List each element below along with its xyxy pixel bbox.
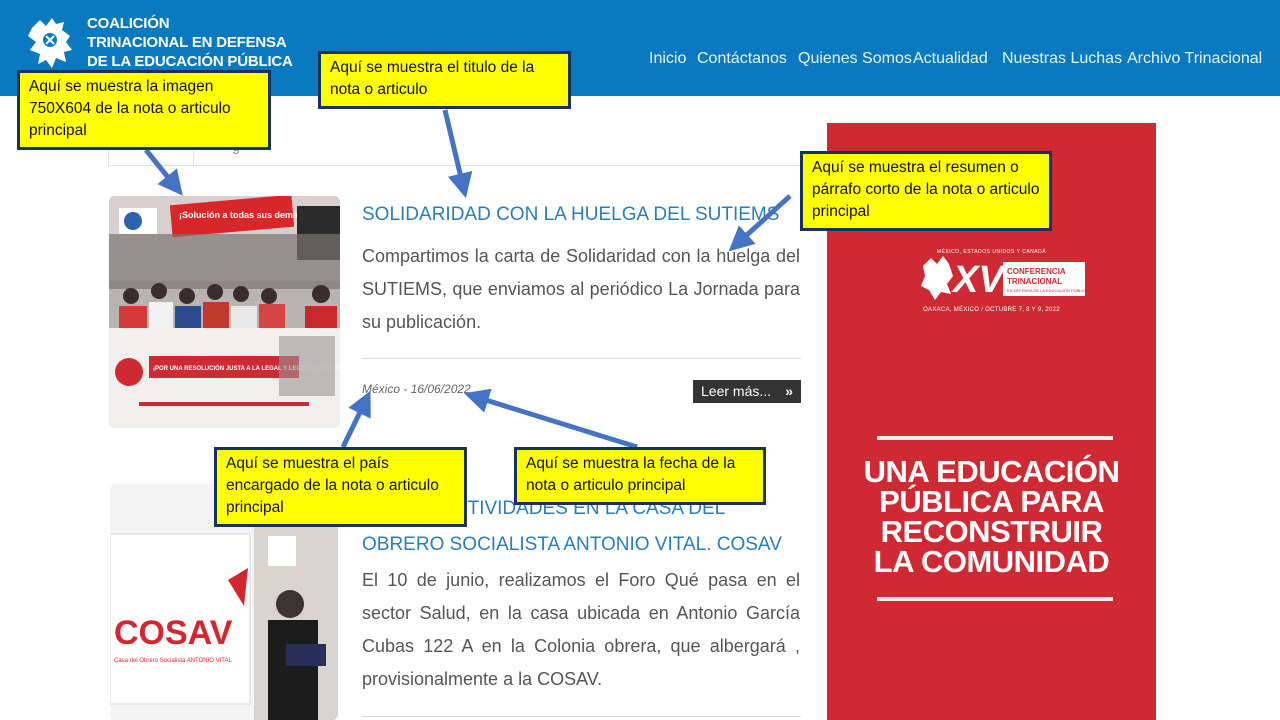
callout-date: Aquí se muestra la fecha de la nota o ar… [514, 447, 766, 505]
slogan-line-1: UNA EDUCACIÓN [863, 454, 1120, 489]
nav-item-archivo-trinacional[interactable]: Archivo Trinacional [1127, 50, 1262, 68]
svg-text:CONFERENCIA: CONFERENCIA [1007, 267, 1066, 276]
arrow-to-country [340, 390, 371, 449]
slogan-line-2: PÚBLICA PARA [879, 484, 1104, 519]
callout-country: Aquí se muestra el país encargado de la … [214, 447, 467, 527]
cosav-logo-text: COSAV [114, 614, 233, 652]
tab-strip-divider [108, 165, 800, 166]
svg-text:XV: XV [951, 259, 1006, 301]
article-1-photo: ¡Solución a todas sus demandas! ¡POR UNA… [109, 196, 340, 428]
svg-text:EN DEFENSA DE LA EDUCACIÓN PÚB: EN DEFENSA DE LA EDUCACIÓN PÚBLICA [1007, 288, 1087, 293]
arrow-to-date [464, 388, 638, 450]
poster-slogan: UNA EDUCACIÓN PÚBLICA PARA RECONSTRUIR L… [827, 454, 1156, 579]
annotated-page: COALICIÓN TRINACIONAL EN DEFENSA DE LA E… [0, 0, 1280, 720]
conference-badge-icon: XV CONFERENCIA TRINACIONAL EN DEFENSA DE… [921, 256, 1087, 301]
brand-line-3: DE LA EDUCACIÓN PÚBLICA [87, 53, 293, 70]
read-more-label: Leer más... [701, 383, 772, 399]
article-2-divider [362, 716, 801, 717]
article-1-meta: México - 16/06/2022 [362, 382, 471, 396]
read-more-button[interactable]: Leer más... » [693, 380, 801, 403]
slogan-line-4: LA COMUNIDAD [873, 544, 1110, 579]
nav-item-contactanos[interactable]: Contáctanos [697, 50, 787, 68]
article-1-divider [362, 358, 801, 359]
site-brand[interactable]: COALICIÓN TRINACIONAL EN DEFENSA DE LA E… [87, 14, 293, 71]
nav-item-actualidad[interactable]: Actualidad [913, 50, 988, 68]
poster-rule-top [877, 436, 1113, 440]
article-1-title[interactable]: SOLIDARIDAD CON LA HUELGA DEL SUTIEMS [362, 203, 802, 227]
callout-image: Aquí se muestra la imagen 750X604 de la … [17, 70, 271, 150]
article-2-summary: El 10 de junio, realizamos el Foro Qué p… [362, 570, 800, 689]
nav-item-inicio[interactable]: Inicio [649, 50, 686, 68]
svg-text:TRINACIONAL: TRINACIONAL [1007, 277, 1062, 286]
arrow-to-title [442, 109, 473, 199]
cosav-caption-text: Casa del Obrero Socialista ANTONIO VITAL [114, 658, 232, 664]
poster-rule-bottom [877, 597, 1113, 601]
nav-item-quienes-somos[interactable]: Quienes Somos [798, 50, 912, 68]
poster-head: MÉXICO, ESTADOS UNIDOS Y CANADÁ [936, 249, 1047, 255]
poster-place: OAXACA, MÉXICO / OCTUBRE 7, 8 Y 9, 2022 [923, 307, 1060, 313]
callout-summary: Aquí se muestra el resumen o párrafo cor… [800, 151, 1052, 231]
coalition-logo-icon[interactable] [26, 14, 76, 70]
nav-item-nuestras-luchas[interactable]: Nuestras Luchas [1002, 50, 1122, 68]
double-chevron-right-icon: » [785, 383, 793, 399]
brand-line-2: TRINACIONAL EN DEFENSA [87, 34, 287, 51]
article-1-image[interactable]: ¡Solución a todas sus demandas! ¡POR UNA… [109, 196, 340, 428]
article-1-summary: Compartimos la carta de Solidaridad con … [362, 246, 800, 332]
callout-title: Aquí se muestra el titulo de la nota o a… [318, 51, 571, 109]
brand-line-1: COALICIÓN [87, 15, 170, 32]
slogan-line-3: RECONSTRUIR [880, 514, 1103, 549]
